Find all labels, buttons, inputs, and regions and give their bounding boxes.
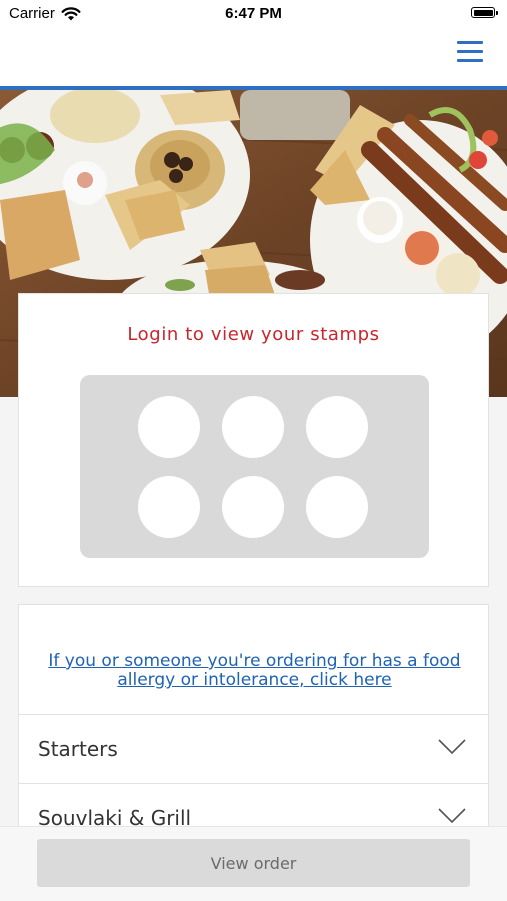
menu-card: If you or someone you're ordering for ha… [18,604,489,844]
stamp-card: Login to view your stamps [18,293,489,587]
chevron-down-icon [438,739,466,755]
stamp-slot [306,476,368,538]
stamp-slot [222,476,284,538]
status-bar: Carrier 6:47 PM [0,0,507,28]
app-header [0,28,507,90]
hamburger-menu-icon[interactable] [457,41,483,63]
stamp-grid [80,375,429,558]
battery-icon [471,7,498,18]
chevron-down-icon [438,808,466,824]
category-row-starters[interactable]: Starters [19,714,488,785]
view-order-button[interactable]: View order [37,839,470,887]
stamp-slot [138,476,200,538]
stamp-slot [138,396,200,458]
allergy-info-link[interactable]: If you or someone you're ordering for ha… [39,652,470,690]
category-label: Starters [38,737,118,761]
login-to-view-stamps-link[interactable]: Login to view your stamps [19,324,488,345]
footer-bar: View order [0,826,507,901]
stamp-slot [222,396,284,458]
stamp-slot [306,396,368,458]
clock: 6:47 PM [225,5,282,22]
